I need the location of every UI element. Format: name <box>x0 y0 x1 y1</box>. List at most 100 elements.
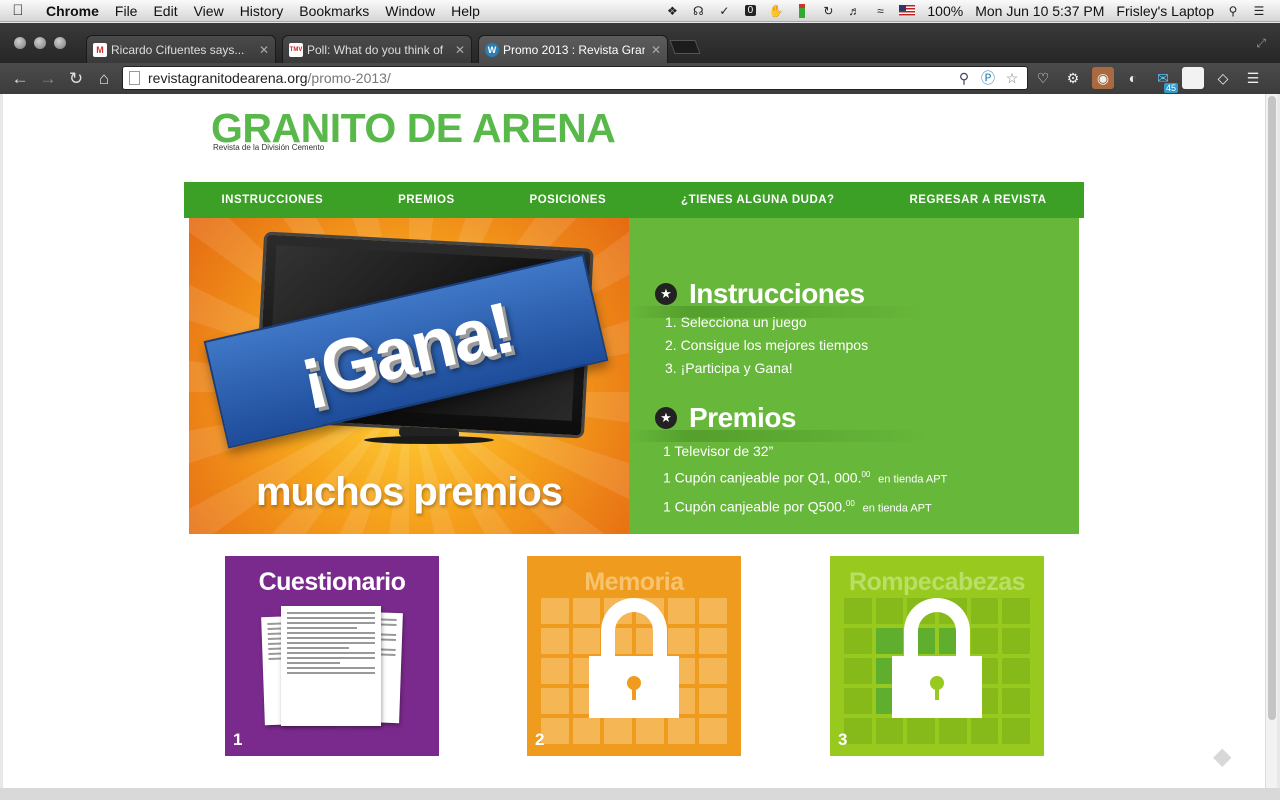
notification-center-icon[interactable]: ☰ <box>1248 3 1270 19</box>
battery-meter-icon[interactable] <box>791 3 813 19</box>
star-icon: ★ <box>655 407 677 429</box>
reload-icon[interactable]: ↻ <box>62 67 90 91</box>
prizes-list: 1 Televisor de 32” 1 Cupón canjeable por… <box>663 440 947 520</box>
game-title: Rompecabezas <box>848 568 1026 596</box>
forward-arrow-icon[interactable]: → <box>34 67 62 91</box>
dropbox-icon[interactable]: ❖ <box>661 3 683 19</box>
menu-file[interactable]: File <box>107 3 146 19</box>
paper-sheet <box>281 606 381 726</box>
game-card-memoria[interactable]: Memoria 2 <box>527 556 741 756</box>
browser-toolbar: ← → ↻ ⌂ revistagranitodearena.org/promo-… <box>0 63 1280 94</box>
minimize-window-button[interactable] <box>34 37 46 49</box>
prize-item: 1 Cupón canjeable por Q500.00 en tienda … <box>663 498 932 515</box>
chrome-menu-icon[interactable]: ☰ <box>1242 67 1264 89</box>
menu-bar:  Chrome File Edit View History Bookmark… <box>0 0 1280 22</box>
input-source-flag-icon[interactable] <box>899 5 916 16</box>
prizes-title: Premios <box>689 402 797 433</box>
instructions-title: Instrucciones <box>689 278 865 309</box>
spotlight-search-icon[interactable]: ⚲ <box>1222 3 1244 19</box>
menu-help[interactable]: Help <box>443 3 488 19</box>
site-logo[interactable]: GRANITO DE ARENA Revista de la División … <box>211 106 616 152</box>
menu-bookmarks[interactable]: Bookmarks <box>291 3 377 19</box>
game-card-rompecabezas[interactable]: Rompecabezas 3 <box>830 556 1044 756</box>
game-number: 1 <box>233 730 243 749</box>
nav-dudas[interactable]: ¿TIENES ALGUNA DUDA? <box>681 194 835 206</box>
menu-app-chrome[interactable]: Chrome <box>36 3 107 19</box>
hand-icon[interactable]: ✋ <box>765 3 787 19</box>
search-icon[interactable]: ⚲ <box>955 69 973 87</box>
game-card-cuestionario[interactable]: Cuestionario 1 <box>225 556 439 756</box>
tab-poll[interactable]: TMV Poll: What do you think of ✕ <box>282 35 472 63</box>
window-bottom-edge <box>0 788 1280 800</box>
feedly-icon[interactable]: ◆ <box>1213 742 1239 770</box>
nav-premios[interactable]: PREMIOS <box>398 194 455 206</box>
menu-view[interactable]: View <box>186 3 232 19</box>
battery-percent[interactable]: 100% <box>921 3 969 19</box>
vertical-scrollbar[interactable] <box>1265 94 1277 788</box>
user-name[interactable]: Frisley's Laptop <box>1110 3 1220 19</box>
blank-extension-icon[interactable] <box>1182 67 1204 89</box>
pocket-icon[interactable]: ♡ <box>1032 67 1054 89</box>
scrollbar-thumb[interactable] <box>1268 96 1276 720</box>
instructions-list: 1. Selecciona un juego 2. Consigue los m… <box>665 311 868 380</box>
close-window-button[interactable] <box>14 37 26 49</box>
hero-promo-image: ¡Gana! muchos premios <box>189 218 629 534</box>
instruction-item: 3. ¡Participa y Gana! <box>665 360 793 376</box>
color-picker-icon[interactable]: ◐ <box>1122 67 1144 89</box>
page-icon <box>129 71 140 85</box>
hero-banner: ¡Gana! muchos premios ★ Instrucciones 1.… <box>189 218 1079 534</box>
prize-item: 1 Cupón canjeable por Q1, 000.00 en tien… <box>663 469 948 486</box>
home-icon[interactable]: ⌂ <box>90 67 118 91</box>
game-number: 2 <box>535 730 545 749</box>
tweet-icon[interactable]: ✓ <box>713 3 735 19</box>
game-number: 3 <box>838 730 848 749</box>
volume-icon[interactable]: ♬ <box>843 3 865 19</box>
instruction-item: 2. Consigue los mejores tiempos <box>665 337 869 353</box>
site-nav: INSTRUCCIONES PREMIOS POSICIONES ¿TIENES… <box>184 182 1084 218</box>
twitter-icon[interactable]: ✉ 45 <box>1152 67 1178 93</box>
nav-instrucciones[interactable]: INSTRUCCIONES <box>221 194 323 206</box>
star-icon: ★ <box>655 283 677 305</box>
tagline: muchos premios <box>255 470 563 514</box>
wifi-icon[interactable]: ≈ <box>869 3 891 19</box>
url-domain: revistagranitodearena.org <box>148 70 308 86</box>
wordpress-icon: W <box>485 42 499 57</box>
tab-strip: M Ricardo Cifuentes says... ✕ TMV Poll: … <box>0 23 1280 63</box>
fullscreen-icon[interactable]: ⤢ <box>1256 36 1266 51</box>
address-bar[interactable]: revistagranitodearena.org/promo-2013/ ⚲ … <box>122 66 1028 90</box>
url-path: /promo-2013/ <box>307 70 391 86</box>
padlock-icon <box>892 656 982 718</box>
wordpress-icon[interactable]: Ⓟ <box>979 69 997 87</box>
game-cards: Cuestionario 1 Memoria 2 Rompecabezas 3 <box>3 556 1277 756</box>
menu-history[interactable]: History <box>232 3 292 19</box>
tab-gmail[interactable]: M Ricardo Cifuentes says... ✕ <box>86 35 276 63</box>
close-tab-icon[interactable]: ✕ <box>651 43 661 57</box>
bookmark-star-icon[interactable]: ☆ <box>1003 69 1021 87</box>
menu-edit[interactable]: Edit <box>145 3 185 19</box>
instagram-icon[interactable]: ◉ <box>1092 67 1114 89</box>
close-tab-icon[interactable]: ✕ <box>259 43 269 57</box>
settings-gear-icon[interactable]: ⚙ <box>1062 67 1084 89</box>
new-tab-button[interactable] <box>669 40 701 54</box>
info-panel: ★ Instrucciones 1. Selecciona un juego 2… <box>629 218 1079 534</box>
tmv-icon: TMV <box>289 42 303 57</box>
tab-promo-2013[interactable]: W Promo 2013 : Revista Gran ✕ <box>478 35 668 63</box>
tab-title: Poll: What do you think of <box>307 42 444 57</box>
instructions-heading: ★ Instrucciones <box>655 278 865 310</box>
clock[interactable]: Mon Jun 10 5:37 PM <box>969 3 1110 19</box>
headphones-icon[interactable]: ☊ <box>687 3 709 19</box>
back-arrow-icon[interactable]: ← <box>6 67 34 91</box>
nav-posiciones[interactable]: POSICIONES <box>530 194 607 206</box>
sync-icon[interactable]: ↻ <box>817 3 839 19</box>
tab-title: Promo 2013 : Revista Gran <box>503 42 645 57</box>
tab-title: Ricardo Cifuentes says... <box>111 42 245 57</box>
zoom-window-button[interactable] <box>54 37 66 49</box>
close-tab-icon[interactable]: ✕ <box>455 43 465 57</box>
gmail-icon: M <box>93 42 107 57</box>
nav-regresar-revista[interactable]: REGRESAR A REVISTA <box>910 194 1047 206</box>
instruction-item: 1. Selecciona un juego <box>665 314 807 330</box>
feedly-extension-icon[interactable]: ◇ <box>1212 67 1234 89</box>
menu-window[interactable]: Window <box>377 3 443 19</box>
zero-icon[interactable]: 0 <box>739 3 761 19</box>
apple-menu-icon[interactable]:  <box>0 2 36 19</box>
